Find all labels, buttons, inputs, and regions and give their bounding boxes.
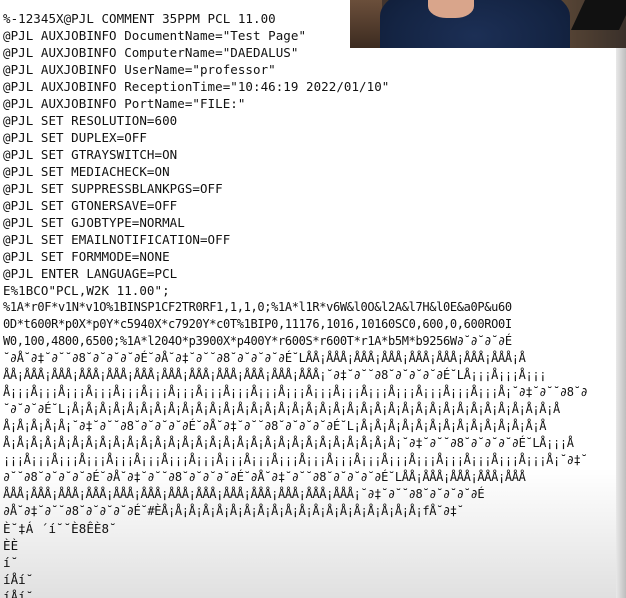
pjl-listing: %-12345X@PJL COMMENT 35PPM PCL 11.00 @PJL…	[3, 10, 615, 598]
listing-line: E%1BCO"PCL,W2K 11.00";	[3, 283, 170, 298]
listing-line: ∂˘˘∂8˘∂˘∂˘∂˘∂É˘∂Å˘∂‡˘∂˘˘∂8˘∂˘∂˘∂˘∂É˘∂Å˘∂…	[3, 470, 526, 484]
listing-line: 0D*t600R*p0X*p0Y*c5940X*c7920Y*c0T%1BIP0…	[3, 317, 512, 331]
listing-line: @PJL AUXJOBINFO ReceptionTime="10:46:19 …	[3, 79, 390, 94]
listing-line: ∂Å˘∂‡˘∂˘˘∂8˘∂˘∂˘∂˘∂É˘#ÈÅ¡Å¡Å¡Å¡Å¡Å¡Å¡Å¡Å…	[3, 504, 464, 518]
listing-line: @PJL SET GJOBTYPE=NORMAL	[3, 215, 185, 230]
listing-line: Å¡Å¡Å¡Å¡Å¡Å¡Å¡Å¡Å¡Å¡Å¡Å¡Å¡Å¡Å¡Å¡Å¡Å¡Å¡Å¡…	[3, 436, 574, 450]
listing-line: @PJL SET GTONERSAVE=OFF	[3, 198, 178, 213]
listing-line: ˘∂Å˘∂‡˘∂˘˘∂8˘∂˘∂˘∂˘∂É˘∂Å˘∂‡˘∂˘˘∂8˘∂˘∂˘∂˘…	[3, 351, 526, 365]
listing-line: È˘‡Á ´í˘˘È8ÊÈ8˘	[3, 521, 117, 536]
listing-line: @PJL SET RESOLUTION=600	[3, 113, 178, 128]
microphone-image	[571, 0, 626, 30]
listing-line: @PJL SET DUPLEX=OFF	[3, 130, 147, 145]
print-job-document: %-12345X@PJL COMMENT 35PPM PCL 11.00 @PJL…	[0, 0, 626, 598]
listing-line: Å¡Å¡Å¡Å¡Å¡˘∂‡˘∂˘˘∂8˘∂˘∂˘∂˘∂É˘∂Å˘∂‡˘∂˘˘∂8…	[3, 419, 547, 433]
listing-line: @PJL SET EMAILNOTIFICATION=OFF	[3, 232, 231, 247]
listing-line: @PJL AUXJOBINFO PortName="FILE:"	[3, 96, 246, 111]
listing-line: ¡¡¡Å¡¡¡Å¡¡¡Å¡¡¡Å¡¡¡Å¡¡¡Å¡¡¡Å¡¡¡Å¡¡¡Å¡¡¡Å…	[3, 453, 588, 467]
listing-line: ˘∂˘∂˘∂É˘L¡Å¡Å¡Å¡Å¡Å¡Å¡Å¡Å¡Å¡Å¡Å¡Å¡Å¡Å¡Å¡…	[3, 402, 560, 416]
listing-line: @PJL SET MEDIACHECK=ON	[3, 164, 170, 179]
listing-line: @PJL SET GTRAYSWITCH=ON	[3, 147, 178, 162]
listing-line: @PJL AUXJOBINFO UserName="professor"	[3, 62, 276, 77]
listing-line: Å¡¡¡Å¡¡¡Å¡¡¡Å¡¡¡Å¡¡¡Å¡¡¡Å¡¡¡Å¡¡¡Å¡¡¡Å¡¡¡…	[3, 385, 588, 399]
listing-line: í˘	[3, 555, 19, 570]
listing-line: ÈÈ	[3, 538, 19, 553]
listing-line: @PJL ENTER LANGUAGE=PCL	[3, 266, 178, 281]
listing-line: ÅÅÅ¡ÅÅÅ¡ÅÅÅ¡ÅÅÅ¡ÅÅÅ¡ÅÅÅ¡ÅÅÅ¡ÅÅÅ¡ÅÅÅ¡ÅÅÅ¡…	[3, 487, 485, 501]
window-edge	[616, 0, 626, 598]
listing-line: @PJL SET FORMMODE=NONE	[3, 249, 170, 264]
listing-line: @PJL SET SUPPRESSBLANKPGS=OFF	[3, 181, 223, 196]
listing-line: ÅÅ¡ÅÅÅ¡ÅÅÅ¡ÅÅÅ¡ÅÅÅ¡ÅÅÅ¡ÅÅÅ¡ÅÅÅ¡ÅÅÅ¡ÅÅÅ¡Å…	[3, 368, 547, 382]
listing-line: W0,100,4800,6500;%1A*l204O*p3900X*p400Y*…	[3, 334, 512, 348]
listing-line: %1A*r0F*v1N*v1O%1BINSP1CF2TR0RF1,1,1,0;%…	[3, 300, 512, 314]
listing-line: íÅí˘	[3, 572, 34, 587]
presenter-image	[380, 0, 570, 48]
background-shelf	[350, 0, 382, 48]
webcam-overlay	[350, 0, 626, 48]
listing-line: íÅí˘	[3, 589, 34, 598]
presenter-face	[428, 0, 474, 18]
